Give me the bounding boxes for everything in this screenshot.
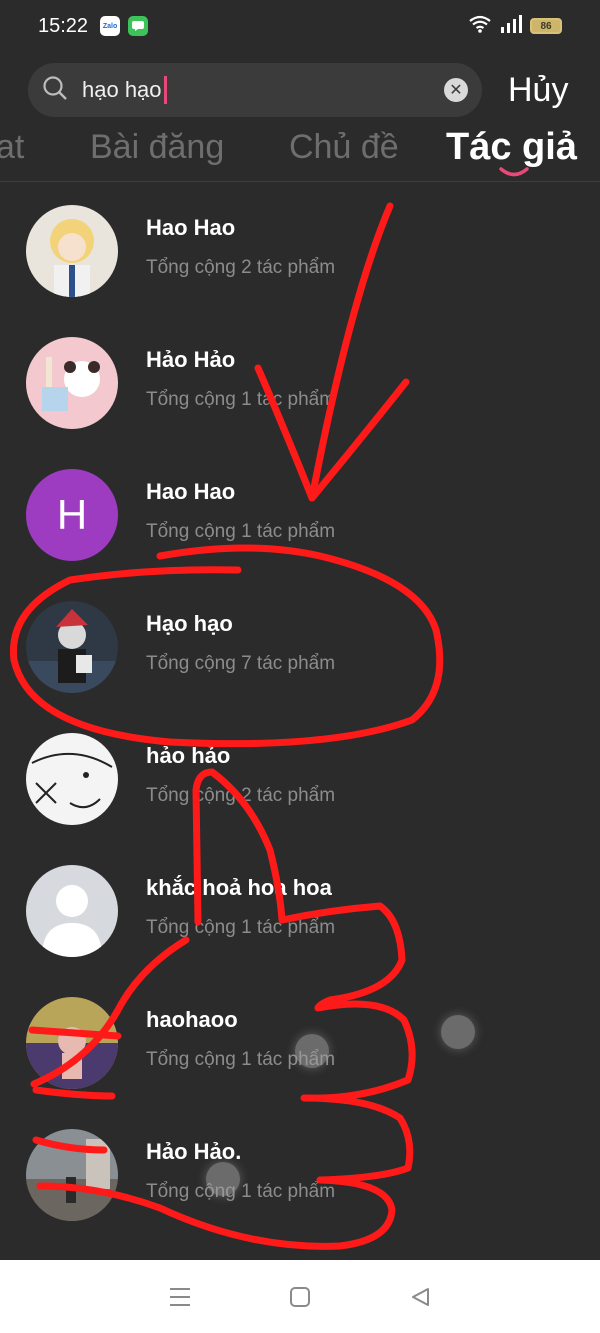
author-name: Hạo hạo xyxy=(146,611,233,636)
tab-authors[interactable]: Tác giả xyxy=(446,126,577,169)
author-works-count: Tổng cộng 1 tác phẩm xyxy=(146,521,336,542)
touch-indicator xyxy=(441,1015,475,1049)
author-works-count: Tổng cộng 1 tác phẩm xyxy=(146,917,336,938)
touch-indicator xyxy=(206,1162,240,1196)
system-nav-bar xyxy=(0,1260,600,1333)
list-item[interactable]: H Hao Hao Tổng cộng 1 tác phẩm xyxy=(0,447,600,579)
avatar xyxy=(26,1129,118,1221)
home-button[interactable] xyxy=(280,1277,320,1317)
avatar xyxy=(26,205,118,297)
author-name: Hao Hao xyxy=(146,479,236,504)
author-name: Hảo Hảo. xyxy=(146,1139,242,1164)
wifi-icon xyxy=(468,15,492,38)
avatar xyxy=(26,733,118,825)
back-icon xyxy=(412,1287,429,1306)
messages-notification-icon xyxy=(128,16,149,36)
cancel-button[interactable]: Hủy xyxy=(508,71,568,110)
author-name: Hảo Hảo xyxy=(146,347,236,372)
author-works-count: Tổng cộng 2 tác phẩm xyxy=(146,257,336,278)
author-works-count: Tổng cộng 1 tác phẩm xyxy=(146,1181,336,1202)
menu-icon xyxy=(170,1287,190,1306)
list-item[interactable]: Hao Hao Tổng cộng 2 tác phẩm xyxy=(0,183,600,315)
author-name: Hao Hao xyxy=(146,215,236,240)
author-name: haohaoo xyxy=(146,1007,238,1032)
home-icon xyxy=(290,1286,310,1307)
search-icon xyxy=(42,75,68,106)
status-time: 15:22 xyxy=(38,14,89,37)
clear-search-button[interactable]: ✕ xyxy=(444,78,468,102)
search-row: hạo hạo ✕ Hủy xyxy=(28,63,588,117)
author-works-count: Tổng cộng 2 tác phẩm xyxy=(146,785,336,806)
category-tabs: at Bài đăng Chủ đề Tác giả xyxy=(0,122,600,182)
tab-chat[interactable]: at xyxy=(0,128,24,167)
text-caret xyxy=(163,76,167,104)
avatar xyxy=(26,865,118,957)
avatar xyxy=(26,337,118,429)
list-item[interactable]: Hảo Hảo. Tổng cộng 1 tác phẩm xyxy=(0,1107,600,1239)
author-works-count: Tổng cộng 1 tác phẩm xyxy=(146,389,336,410)
avatar xyxy=(26,601,118,693)
author-name: hảo hảo xyxy=(146,743,231,768)
author-works-count: Tổng cộng 7 tác phẩm xyxy=(146,653,336,674)
zalo-notification-icon: Zalo xyxy=(100,16,121,36)
list-item[interactable]: hảo hảo Tổng cộng 2 tác phẩm xyxy=(0,711,600,843)
touch-indicator xyxy=(295,1034,329,1068)
status-bar: 15:22 Zalo 86 xyxy=(0,0,600,52)
active-tab-indicator xyxy=(499,167,529,177)
avatar: H xyxy=(26,469,118,561)
back-button[interactable] xyxy=(400,1277,440,1317)
author-results-list: Hao Hao Tổng cộng 2 tác phẩm Hảo Hảo Tổn… xyxy=(0,183,600,1239)
list-item[interactable]: Hạo hạo Tổng cộng 7 tác phẩm xyxy=(0,579,600,711)
tab-topics[interactable]: Chủ đề xyxy=(289,128,399,167)
tab-posts[interactable]: Bài đăng xyxy=(90,128,224,167)
search-input[interactable]: hạo hạo xyxy=(82,77,162,103)
avatar xyxy=(26,997,118,1089)
author-name: khắc hoả hoa hoa xyxy=(146,875,332,900)
list-item[interactable]: khắc hoả hoa hoa Tổng cộng 1 tác phẩm xyxy=(0,843,600,975)
search-box[interactable]: hạo hạo ✕ xyxy=(28,63,482,117)
battery-indicator: 86 xyxy=(530,18,562,34)
list-item[interactable]: Hảo Hảo Tổng cộng 1 tác phẩm xyxy=(0,315,600,447)
signal-icon xyxy=(500,14,522,38)
menu-button[interactable] xyxy=(160,1277,200,1317)
